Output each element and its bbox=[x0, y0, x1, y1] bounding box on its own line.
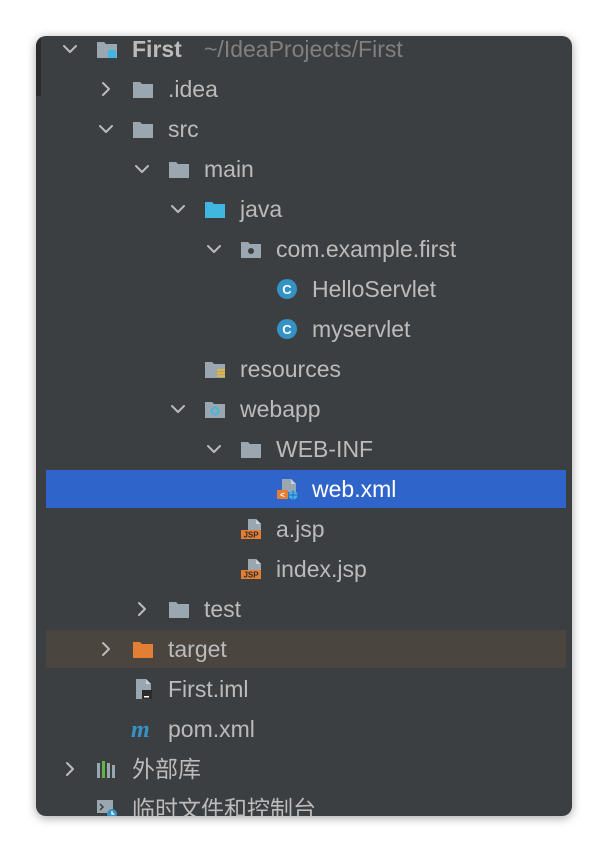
jsp-file-icon: JSP bbox=[240, 558, 262, 580]
tree-row-webxml[interactable]: < web.xml bbox=[36, 469, 572, 509]
tree-label-external-libraries: 外部库 bbox=[132, 756, 201, 782]
tree-label-idea: .idea bbox=[168, 76, 218, 102]
tree-label-firstiml: First.iml bbox=[168, 676, 249, 702]
chevron-down-icon[interactable] bbox=[62, 41, 78, 57]
package-icon bbox=[240, 238, 262, 260]
selection-highlight bbox=[46, 470, 566, 508]
root-path: ~/IdeaProjects/First bbox=[204, 36, 403, 62]
tree-label-pomxml: pom.xml bbox=[168, 716, 255, 742]
tree-row-resources[interactable]: resources bbox=[36, 349, 572, 389]
tree-row-scratches[interactable]: 临时文件和控制台 bbox=[36, 789, 572, 816]
chevron-down-icon[interactable] bbox=[98, 121, 114, 137]
class-icon: C bbox=[276, 278, 298, 300]
tree-row-helloservlet[interactable]: C HelloServlet bbox=[36, 269, 572, 309]
tree-label-webapp: webapp bbox=[240, 396, 321, 422]
xml-descriptor-icon: < bbox=[276, 478, 298, 500]
project-tree-panel: First ~/IdeaProjects/First .idea src mai… bbox=[36, 36, 572, 816]
resources-folder-icon bbox=[204, 358, 226, 380]
chevron-right-icon[interactable] bbox=[98, 81, 114, 97]
folder-icon bbox=[132, 78, 154, 100]
tree-row-myservlet[interactable]: C myservlet bbox=[36, 309, 572, 349]
tree-label-main: main bbox=[204, 156, 254, 182]
tree-row-pomxml[interactable]: m pom.xml bbox=[36, 709, 572, 749]
tree-row-target[interactable]: target bbox=[36, 629, 572, 669]
excluded-row-highlight bbox=[46, 630, 566, 668]
root-label: First bbox=[132, 36, 182, 62]
svg-text:C: C bbox=[282, 282, 292, 297]
web-folder-icon bbox=[204, 398, 226, 420]
tree-row-java[interactable]: java bbox=[36, 189, 572, 229]
tree-label-indexjsp: index.jsp bbox=[276, 556, 367, 582]
tree-row-ajsp[interactable]: JSP a.jsp bbox=[36, 509, 572, 549]
svg-text:C: C bbox=[282, 322, 292, 337]
chevron-right-icon[interactable] bbox=[134, 601, 150, 617]
svg-text:<: < bbox=[280, 491, 285, 500]
chevron-down-icon[interactable] bbox=[206, 441, 222, 457]
chevron-down-icon[interactable] bbox=[134, 161, 150, 177]
chevron-right-icon[interactable] bbox=[62, 761, 78, 777]
tree-label-ajsp: a.jsp bbox=[276, 516, 325, 542]
chevron-right-icon[interactable] bbox=[98, 641, 114, 657]
tree-row-test[interactable]: test bbox=[36, 589, 572, 629]
iml-file-icon bbox=[132, 678, 154, 700]
tree-row-main[interactable]: main bbox=[36, 149, 572, 189]
folder-icon bbox=[132, 118, 154, 140]
tree-label-java: java bbox=[240, 196, 283, 222]
tree-row-idea[interactable]: .idea bbox=[36, 69, 572, 109]
folder-icon bbox=[240, 438, 262, 460]
tree-label-webinf: WEB-INF bbox=[276, 436, 374, 462]
tree-row-webinf[interactable]: WEB-INF bbox=[36, 429, 572, 469]
svg-text:JSP: JSP bbox=[243, 571, 259, 580]
tree-row-firstiml[interactable]: First.iml bbox=[36, 669, 572, 709]
tree-label-target: target bbox=[168, 636, 227, 662]
svg-text:JSP: JSP bbox=[243, 531, 259, 540]
chevron-down-icon[interactable] bbox=[170, 401, 186, 417]
excluded-folder-icon bbox=[132, 638, 154, 660]
class-icon: C bbox=[276, 318, 298, 340]
folder-icon bbox=[168, 158, 190, 180]
maven-icon: m bbox=[130, 718, 158, 740]
svg-text:m: m bbox=[131, 718, 150, 740]
scratches-icon bbox=[96, 798, 118, 816]
tree-row-package[interactable]: com.example.first bbox=[36, 229, 572, 269]
tree-label-scratches: 临时文件和控制台 bbox=[132, 796, 316, 816]
chevron-down-icon[interactable] bbox=[206, 241, 222, 257]
tree-label-helloservlet: HelloServlet bbox=[312, 276, 436, 302]
tree-label-myservlet: myservlet bbox=[312, 316, 411, 342]
tree-label-package: com.example.first bbox=[276, 236, 457, 262]
tree-row-webapp[interactable]: webapp bbox=[36, 389, 572, 429]
module-folder-icon bbox=[96, 38, 118, 60]
tree-label-webxml: web.xml bbox=[312, 476, 397, 502]
chevron-down-icon[interactable] bbox=[170, 201, 186, 217]
tree-label-resources: resources bbox=[240, 356, 341, 382]
folder-icon bbox=[168, 598, 190, 620]
source-folder-icon bbox=[204, 198, 226, 220]
tree-row-src[interactable]: src bbox=[36, 109, 572, 149]
libraries-icon bbox=[96, 758, 118, 780]
tree-label-test: test bbox=[204, 596, 242, 622]
tree-row-indexjsp[interactable]: JSP index.jsp bbox=[36, 549, 572, 589]
tree-row-external-libraries[interactable]: 外部库 bbox=[36, 749, 572, 789]
jsp-file-icon: JSP bbox=[240, 518, 262, 540]
tree-row-root[interactable]: First ~/IdeaProjects/First bbox=[36, 36, 572, 69]
tree-label-src: src bbox=[168, 116, 199, 142]
